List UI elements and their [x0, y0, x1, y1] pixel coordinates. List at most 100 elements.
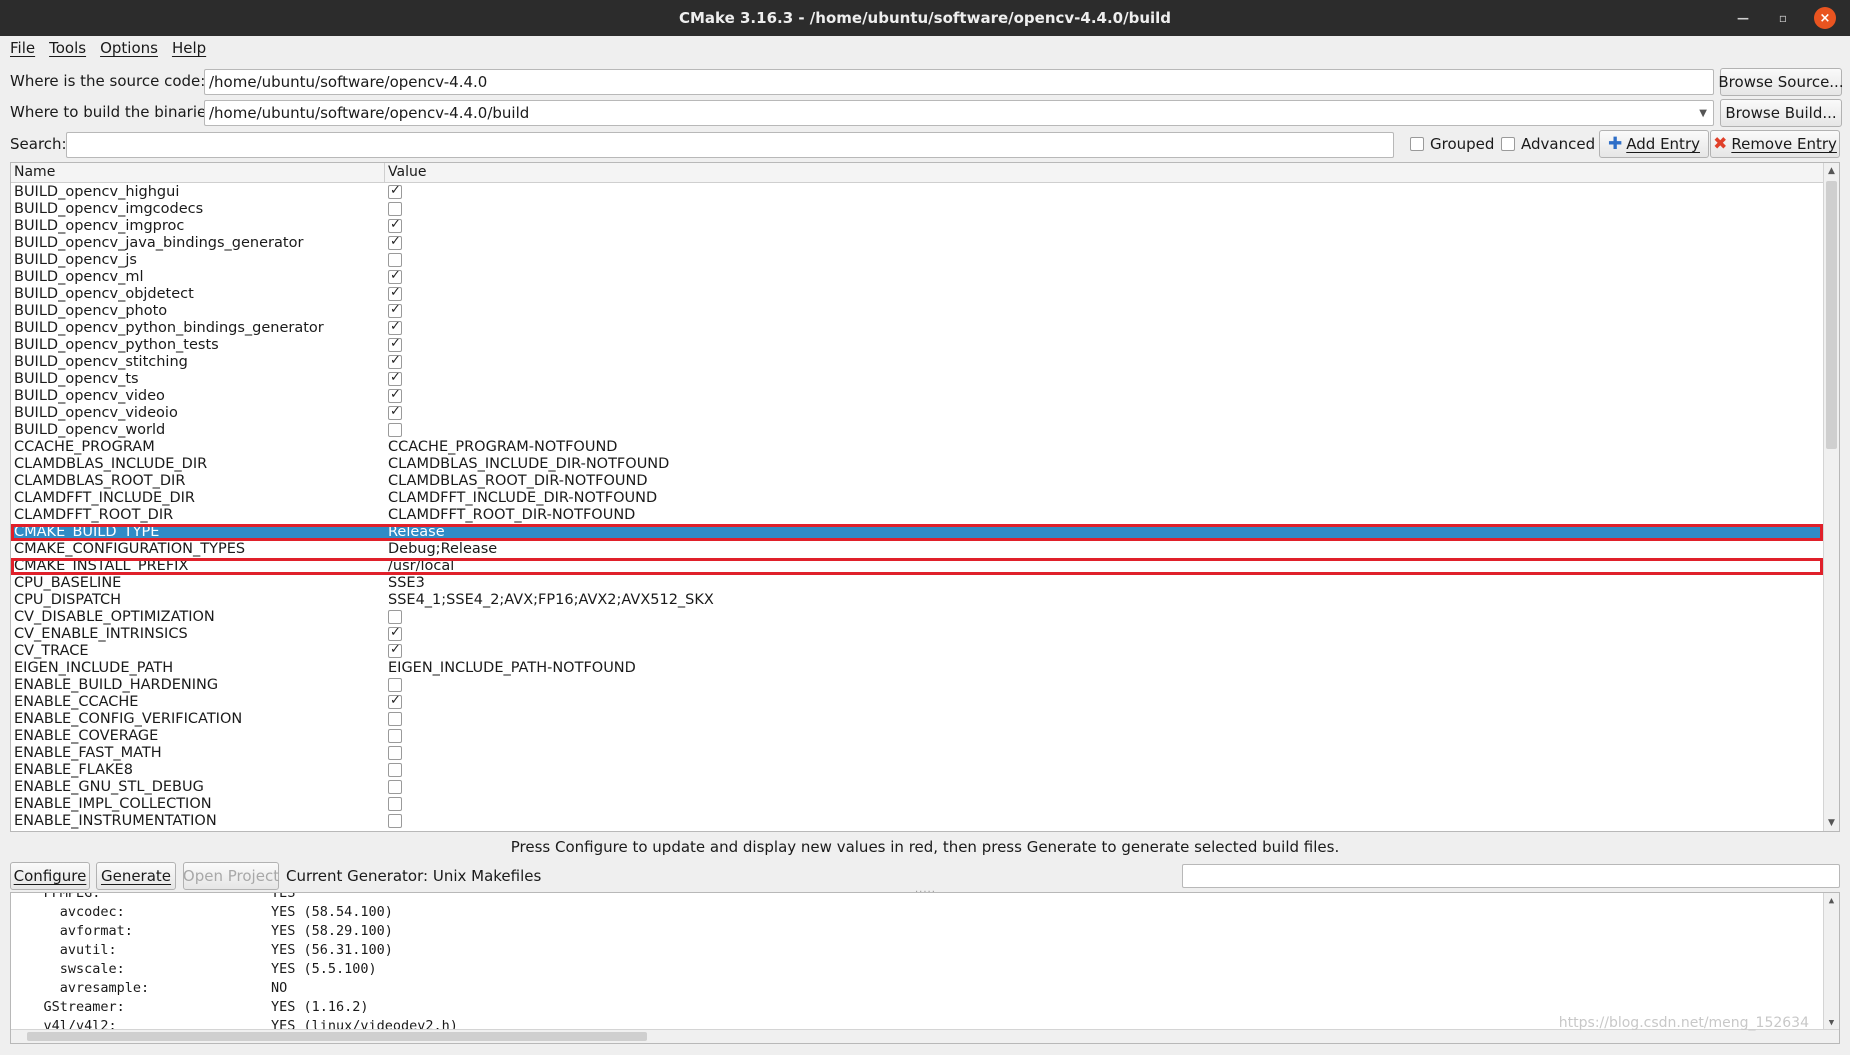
- value-checkbox[interactable]: [388, 643, 402, 658]
- row-value-checkbox[interactable]: [385, 201, 402, 218]
- row-value-checkbox[interactable]: [385, 269, 402, 286]
- minimize-icon[interactable]: —: [1734, 11, 1752, 25]
- table-row[interactable]: EIGEN_INCLUDE_PATH EIGEN_INCLUDE_PATH-NOT…: [11, 660, 1823, 677]
- row-value-checkbox[interactable]: [385, 745, 402, 762]
- advanced-option[interactable]: Advanced: [1501, 131, 1595, 157]
- row-value-checkbox[interactable]: [385, 286, 402, 303]
- value-checkbox[interactable]: [388, 303, 402, 318]
- value-checkbox[interactable]: [388, 780, 402, 794]
- source-path-field[interactable]: /home/ubuntu/software/opencv-4.4.0: [204, 69, 1714, 95]
- table-row[interactable]: ENABLE_FAST_MATH: [11, 745, 1823, 762]
- menu-file[interactable]: File: [10, 39, 35, 57]
- value-checkbox[interactable]: [388, 354, 402, 369]
- table-row[interactable]: ENABLE_FLAKE8: [11, 762, 1823, 779]
- table-row[interactable]: BUILD_opencv_imgcodecs: [11, 201, 1823, 218]
- table-row[interactable]: CV_TRACE: [11, 643, 1823, 660]
- output-scroll-up-icon[interactable]: ▲: [1824, 893, 1839, 909]
- grouped-checkbox[interactable]: [1410, 137, 1424, 151]
- search-input[interactable]: [66, 132, 1394, 158]
- row-value-checkbox[interactable]: [385, 626, 402, 643]
- browse-build-button[interactable]: Browse Build...: [1720, 99, 1842, 127]
- row-value[interactable]: CCACHE_PROGRAM-NOTFOUND: [385, 439, 617, 456]
- row-value[interactable]: /usr/local: [385, 558, 454, 575]
- table-row[interactable]: BUILD_opencv_video: [11, 388, 1823, 405]
- table-row[interactable]: BUILD_opencv_python_tests: [11, 337, 1823, 354]
- row-value-checkbox[interactable]: [385, 711, 402, 728]
- build-path-combo[interactable]: /home/ubuntu/software/opencv-4.4.0/build…: [204, 100, 1714, 126]
- browse-source-button[interactable]: Browse Source...: [1718, 68, 1844, 96]
- table-row[interactable]: BUILD_opencv_highgui: [11, 184, 1823, 201]
- header-value[interactable]: Value: [385, 163, 426, 182]
- remove-entry-button[interactable]: ✖ Remove Entry: [1710, 130, 1840, 158]
- row-value-checkbox[interactable]: [385, 371, 402, 388]
- add-entry-button[interactable]: ✚ Add Entry: [1599, 130, 1709, 158]
- row-value[interactable]: CLAMDFFT_INCLUDE_DIR-NOTFOUND: [385, 490, 657, 507]
- row-value-checkbox[interactable]: [385, 728, 402, 745]
- table-row[interactable]: ENABLE_CCACHE: [11, 694, 1823, 711]
- row-value[interactable]: CLAMDBLAS_ROOT_DIR-NOTFOUND: [385, 473, 648, 490]
- row-value-checkbox[interactable]: [385, 694, 402, 711]
- row-value-checkbox[interactable]: [385, 422, 402, 439]
- value-checkbox[interactable]: [388, 320, 402, 335]
- row-value-checkbox[interactable]: [385, 762, 402, 779]
- table-row[interactable]: BUILD_opencv_ts: [11, 371, 1823, 388]
- table-row[interactable]: CV_ENABLE_INTRINSICS: [11, 626, 1823, 643]
- advanced-checkbox[interactable]: [1501, 137, 1515, 151]
- value-checkbox[interactable]: [388, 678, 402, 692]
- table-row[interactable]: ENABLE_BUILD_HARDENING: [11, 677, 1823, 694]
- scroll-down-icon[interactable]: ▼: [1824, 815, 1839, 831]
- table-row[interactable]: BUILD_opencv_ml: [11, 269, 1823, 286]
- table-row[interactable]: CPU_BASELINE SSE3: [11, 575, 1823, 592]
- row-value[interactable]: CLAMDBLAS_INCLUDE_DIR-NOTFOUND: [385, 456, 669, 473]
- output-horizontal-scrollbar[interactable]: [11, 1029, 1839, 1043]
- table-row[interactable]: BUILD_opencv_python_bindings_generator: [11, 320, 1823, 337]
- table-row[interactable]: CMAKE_CONFIGURATION_TYPES Debug;Release: [11, 541, 1823, 558]
- maximize-icon[interactable]: ▫: [1774, 11, 1792, 25]
- table-row[interactable]: CLAMDBLAS_INCLUDE_DIR CLAMDBLAS_INCLUDE_D…: [11, 456, 1823, 473]
- table-row[interactable]: BUILD_opencv_js: [11, 252, 1823, 269]
- table-row[interactable]: ENABLE_INSTRUMENTATION: [11, 813, 1823, 830]
- value-checkbox[interactable]: [388, 253, 402, 267]
- table-row[interactable]: CLAMDFFT_ROOT_DIR CLAMDFFT_ROOT_DIR-NOTFO…: [11, 507, 1823, 524]
- row-value-checkbox[interactable]: [385, 405, 402, 422]
- output-vertical-scrollbar[interactable]: ▲ ▼: [1823, 893, 1839, 1031]
- row-value-checkbox[interactable]: [385, 677, 402, 694]
- table-row[interactable]: CMAKE_BUILD_TYPE Release: [11, 524, 1823, 541]
- table-row[interactable]: CLAMDBLAS_ROOT_DIR CLAMDBLAS_ROOT_DIR-NOT…: [11, 473, 1823, 490]
- row-value[interactable]: SSE4_1;SSE4_2;AVX;FP16;AVX2;AVX512_SKX: [385, 592, 714, 609]
- value-checkbox[interactable]: [388, 712, 402, 726]
- value-checkbox[interactable]: [388, 694, 402, 709]
- table-row[interactable]: BUILD_opencv_photo: [11, 303, 1823, 320]
- row-value-checkbox[interactable]: [385, 320, 402, 337]
- table-row[interactable]: ENABLE_GNU_STL_DEBUG: [11, 779, 1823, 796]
- row-value[interactable]: Release: [385, 524, 445, 541]
- row-value-checkbox[interactable]: [385, 813, 402, 830]
- value-checkbox[interactable]: [388, 269, 402, 284]
- chevron-down-icon[interactable]: ▼: [1699, 108, 1707, 119]
- value-checkbox[interactable]: [388, 388, 402, 403]
- table-row[interactable]: CLAMDFFT_INCLUDE_DIR CLAMDFFT_INCLUDE_DIR…: [11, 490, 1823, 507]
- row-value-checkbox[interactable]: [385, 235, 402, 252]
- table-row[interactable]: BUILD_opencv_stitching: [11, 354, 1823, 371]
- value-checkbox[interactable]: [388, 729, 402, 743]
- table-row[interactable]: BUILD_opencv_java_bindings_generator: [11, 235, 1823, 252]
- row-value-checkbox[interactable]: [385, 184, 402, 201]
- value-checkbox[interactable]: [388, 797, 402, 811]
- configure-button[interactable]: Configure: [10, 862, 90, 890]
- value-checkbox[interactable]: [388, 610, 402, 624]
- scroll-up-icon[interactable]: ▲: [1824, 163, 1839, 179]
- row-value[interactable]: CLAMDFFT_ROOT_DIR-NOTFOUND: [385, 507, 635, 524]
- value-checkbox[interactable]: [388, 423, 402, 437]
- value-checkbox[interactable]: [388, 814, 402, 828]
- close-icon[interactable]: ×: [1814, 7, 1836, 29]
- value-checkbox[interactable]: [388, 405, 402, 420]
- value-checkbox[interactable]: [388, 218, 402, 233]
- scrollbar-thumb[interactable]: [1826, 181, 1837, 449]
- row-value-checkbox[interactable]: [385, 252, 402, 269]
- output-log[interactable]: FFMPEG: YES avcodec: YES (58.54.100) avfor…: [10, 892, 1840, 1044]
- row-value-checkbox[interactable]: [385, 796, 402, 813]
- table-row[interactable]: CCACHE_PROGRAM CCACHE_PROGRAM-NOTFOUND: [11, 439, 1823, 456]
- row-value-checkbox[interactable]: [385, 303, 402, 320]
- value-checkbox[interactable]: [388, 371, 402, 386]
- table-row[interactable]: CV_DISABLE_OPTIMIZATION: [11, 609, 1823, 626]
